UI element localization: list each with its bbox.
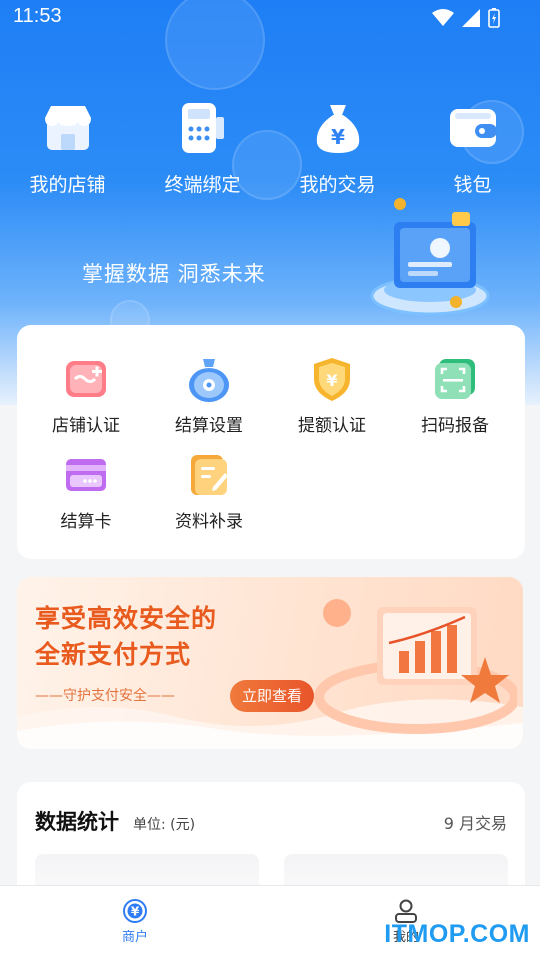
limit-cert-shield-icon: ¥ (314, 358, 350, 401)
signal-icon (462, 9, 480, 27)
banner-tagline: ——守护支付安全—— (35, 688, 175, 704)
tab-merchant-label: 商户 (121, 930, 148, 945)
nav-my-store-label: 我的店铺 (29, 174, 106, 196)
promo-banner[interactable]: 享受高效安全的 全新支付方式 ——守护支付安全—— 立即查看 (17, 577, 523, 749)
service-settlement-card[interactable]: 结算卡 (26, 451, 146, 539)
stats-unit: 单位: (元) (133, 817, 196, 833)
battery-icon (488, 8, 500, 28)
nav-my-transactions[interactable]: ¥ 我的交易 (270, 100, 405, 200)
service-document-supplement[interactable]: 资料补录 (149, 451, 269, 539)
banner-headline-line1: 享受高效安全的 (35, 604, 218, 633)
merchant-icon: ¥ (123, 899, 147, 923)
nav-my-store[interactable]: 我的店铺 (0, 100, 135, 200)
svg-text:¥: ¥ (331, 125, 345, 149)
money-bag-icon: ¥ (310, 100, 366, 156)
status-bar: 11:53 (0, 0, 540, 36)
tab-merchant[interactable]: ¥ 商户 (95, 898, 175, 945)
service-scan-report-label: 扫码报备 (421, 416, 489, 436)
hero-slogan: 掌握数据 洞悉未来 (82, 262, 266, 286)
banner-headline-line2: 全新支付方式 (35, 640, 192, 669)
view-now-button[interactable]: 立即查看 (230, 680, 314, 712)
store-cert-icon (66, 361, 106, 397)
store-icon (40, 100, 96, 156)
service-scan-report[interactable]: 扫码报备 (395, 355, 515, 443)
nav-my-transactions-label: 我的交易 (299, 174, 376, 196)
wallet-icon (445, 100, 501, 156)
top-nav: 我的店铺 终端绑定 ¥ 我的交易 钱包 (0, 100, 540, 200)
site-watermark: ITMOP.COM (384, 920, 530, 948)
data-statistics-card: 数据统计 单位: (元) 9 月交易 (17, 782, 525, 904)
pos-terminal-icon (175, 100, 231, 156)
service-settlement-settings-label: 结算设置 (175, 416, 243, 436)
stats-title: 数据统计 (35, 810, 119, 834)
service-settlement-card-label: 结算卡 (60, 512, 112, 532)
nav-terminal-binding-label: 终端绑定 (164, 174, 241, 196)
service-document-supplement-label: 资料补录 (175, 512, 243, 532)
status-time: 11:53 (13, 5, 62, 27)
bank-card-icon (66, 459, 106, 491)
wifi-icon (432, 9, 454, 26)
nav-wallet[interactable]: 钱包 (405, 100, 540, 200)
stats-period-selector[interactable]: 9 月交易 (444, 810, 507, 834)
svg-text:¥: ¥ (131, 905, 140, 919)
scan-code-icon (435, 359, 475, 399)
svg-text:¥: ¥ (326, 371, 337, 390)
service-grid-card: 店铺认证 结算设置 ¥ 提额认证 扫码报备 结算卡 资料补录 (17, 325, 525, 559)
growth-chart-illustration (314, 599, 517, 734)
data-dashboard-illustration (368, 192, 498, 322)
document-edit-icon (191, 455, 228, 495)
service-limit-cert[interactable]: ¥ 提额认证 (272, 355, 392, 443)
service-limit-cert-label: 提额认证 (298, 416, 366, 436)
service-store-cert-label: 店铺认证 (52, 416, 120, 436)
settlement-settings-icon (189, 359, 229, 402)
service-store-cert[interactable]: 店铺认证 (26, 355, 146, 443)
service-settlement-settings[interactable]: 结算设置 (149, 355, 269, 443)
nav-terminal-binding[interactable]: 终端绑定 (135, 100, 270, 200)
